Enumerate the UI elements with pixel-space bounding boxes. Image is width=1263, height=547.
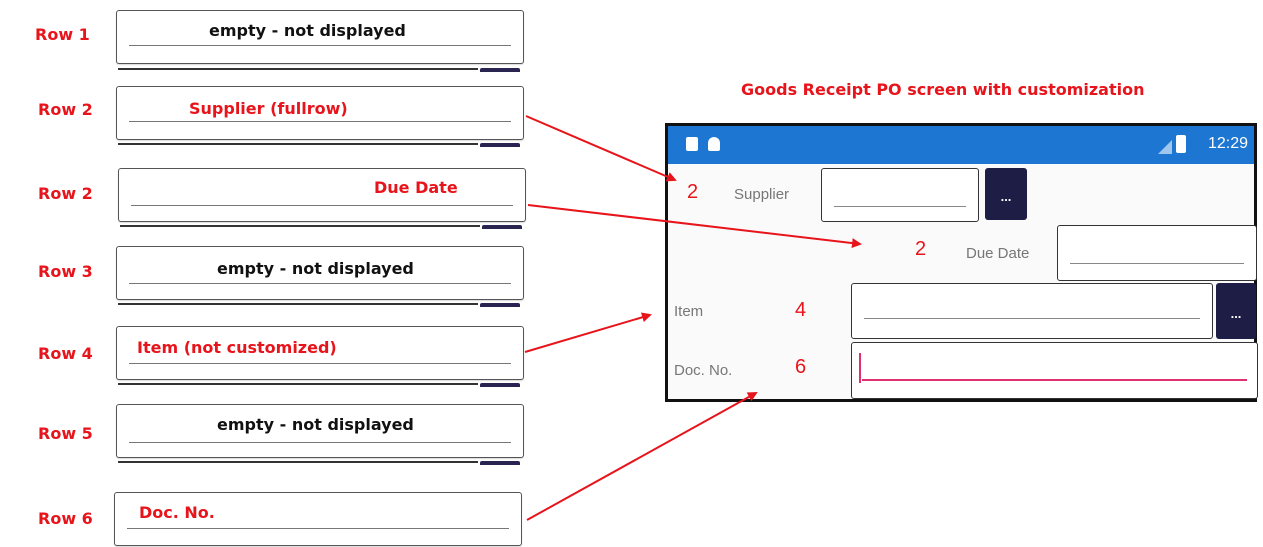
arrow-item bbox=[524, 312, 652, 353]
arrow-due-date bbox=[527, 204, 862, 249]
arrows-layer bbox=[524, 115, 862, 521]
arrow-doc-no bbox=[526, 392, 758, 521]
arrow-supplier bbox=[525, 115, 677, 182]
